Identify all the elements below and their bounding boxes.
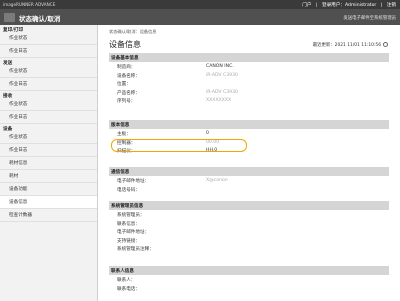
app-title: 状态确认/取消 [19,15,61,23]
info-value: X@canon [206,178,228,183]
sidebar-item-device-info[interactable]: 设备信息 [0,196,97,209]
login-user: Administrator [344,2,377,8]
portal-link[interactable]: 门户 [302,3,311,8]
sidebar-item-consumables[interactable]: 耗材 [0,170,97,183]
last-updated-label: 最近更新： [312,43,335,48]
sidebar-item-receive-job-log[interactable]: 作业日志 [0,111,97,124]
section-header: 设备基本信息 [109,53,389,62]
section-header: 版本信息 [109,120,389,129]
login-user-label: 登录用户： [321,2,345,8]
info-label: 电子邮件地址： [117,230,150,236]
info-row: 电子邮件地址： X@canon [109,176,389,185]
page-title: 设备信息 [109,40,141,49]
info-row: 产品名称： iR-ADV C3930 [109,88,389,97]
info-label: 联系人： [117,278,136,283]
info-label: 系统管理员注释： [117,247,154,253]
info-row: 系统管理员注释： [109,244,389,253]
info-row: 联系人： [109,275,389,284]
info-row: 电子邮件地址： [109,227,389,236]
sidebar-item-receive-job-status[interactable]: 作业状态 [0,98,97,111]
info-value: iR-ADV C3930 [206,72,238,78]
section-contact-info: 联系人信息 联系人： 联系电话： [109,266,389,292]
info-label: 位置： [117,82,131,88]
sidebar-item-device-features[interactable]: 设备功能 [0,183,97,196]
info-label: 联系电话： [117,286,140,292]
info-row: 位置： [109,79,389,88]
section-admin-info: 系统管理员信息 系统管理员： 联系信息： 电子邮件地址： 支持链接： 系统管理员… [109,201,389,253]
logout-link[interactable]: 注销 [387,3,396,8]
info-row: 支持链接： [109,236,389,245]
sidebar-item-consumables-info[interactable]: 耗材信息 [0,157,97,170]
main-content: 状态确认/取消：设备信息 设备信息 最近更新：2021 11/01 11:10:… [98,25,400,301]
info-label: 序列号： [117,99,136,105]
info-label: 产品名称： [117,90,140,96]
brand-logo-icon [4,12,15,22]
last-updated: 最近更新：2021 11/01 11:10:56 [313,42,388,48]
sidebar-item-copy-job-log[interactable]: 作业日志 [0,45,97,58]
info-row: 联系电话： [109,284,389,293]
info-row: 制造商： CANON INC. [109,62,389,71]
controller-highlight-callout [111,139,247,152]
top-bar: imageRUNNER ADVANCE 门户 | 登录用户：Administra… [0,0,400,9]
section-header: 联系人信息 [109,266,389,275]
mail-admin-link[interactable]: 发送电子邮件至系统管理员 [343,15,396,21]
section-communication-info: 通信信息 电子邮件地址： X@canon 电话号码： [109,167,389,193]
product-name: imageRUNNER ADVANCE [3,2,56,7]
sidebar-group-device: 设备 [3,126,13,132]
info-label: 制造商： [117,65,136,70]
info-row: 系统管理员： [109,210,389,219]
sidebar-item-check-counter[interactable]: 检查计数器 [0,209,97,222]
refresh-icon[interactable] [383,42,388,47]
sidebar-group-send: 发送 [3,60,13,66]
section-basic-info: 设备基本信息 制造商： CANON INC. 设备名称： iR-ADV C3930 … [109,53,389,105]
info-row: 联系信息： [109,219,389,228]
title-bar: 状态确认/取消 发送电子邮件至系统管理员 [0,9,400,25]
sidebar-item-device-job-status[interactable]: 作业状态 [0,131,97,144]
info-label: 支持链接： [117,238,140,244]
info-label: 电话号码： [117,187,140,193]
info-label: 主板： [117,132,131,137]
section-header: 系统管理员信息 [109,201,389,210]
info-value: iR-ADV C3930 [206,89,238,95]
info-label: 设备名称： [117,73,140,79]
info-label: 系统管理员： [117,213,145,218]
info-row: 电话号码： [109,185,389,194]
info-value: XXXXXXXX [206,98,232,104]
info-row: 设备名称： iR-ADV C3930 [109,71,389,80]
info-value: 0 [206,131,209,136]
sidebar-group-copy-print: 复印/打印 [3,27,24,33]
info-label: 联系信息： [117,221,140,227]
info-value: CANON INC. [206,64,234,69]
sidebar: 复印/打印 作业状态 作业日志 发送 作业状态 作业日志 接收 作业状态 作业日… [0,25,98,301]
info-row: 序列号： XXXXXXXX [109,96,389,105]
breadcrumb: 状态确认/取消：设备信息 [109,29,157,34]
section-header: 通信信息 [109,167,389,176]
info-label: 电子邮件地址： [117,179,150,184]
sidebar-item-copy-job-status[interactable]: 作业状态 [0,32,97,45]
sidebar-item-device-job-log[interactable]: 作业日志 [0,144,97,157]
top-bar-right: 门户 | 登录用户：Administrator | 注销 [302,2,396,8]
last-updated-value: 2021 11/01 11:10:56 [334,43,381,48]
sidebar-item-send-job-log[interactable]: 作业日志 [0,78,97,91]
sidebar-item-send-job-status[interactable]: 作业状态 [0,65,97,78]
sidebar-group-receive: 接收 [3,93,13,99]
info-row: 主板： 0 [109,129,389,138]
